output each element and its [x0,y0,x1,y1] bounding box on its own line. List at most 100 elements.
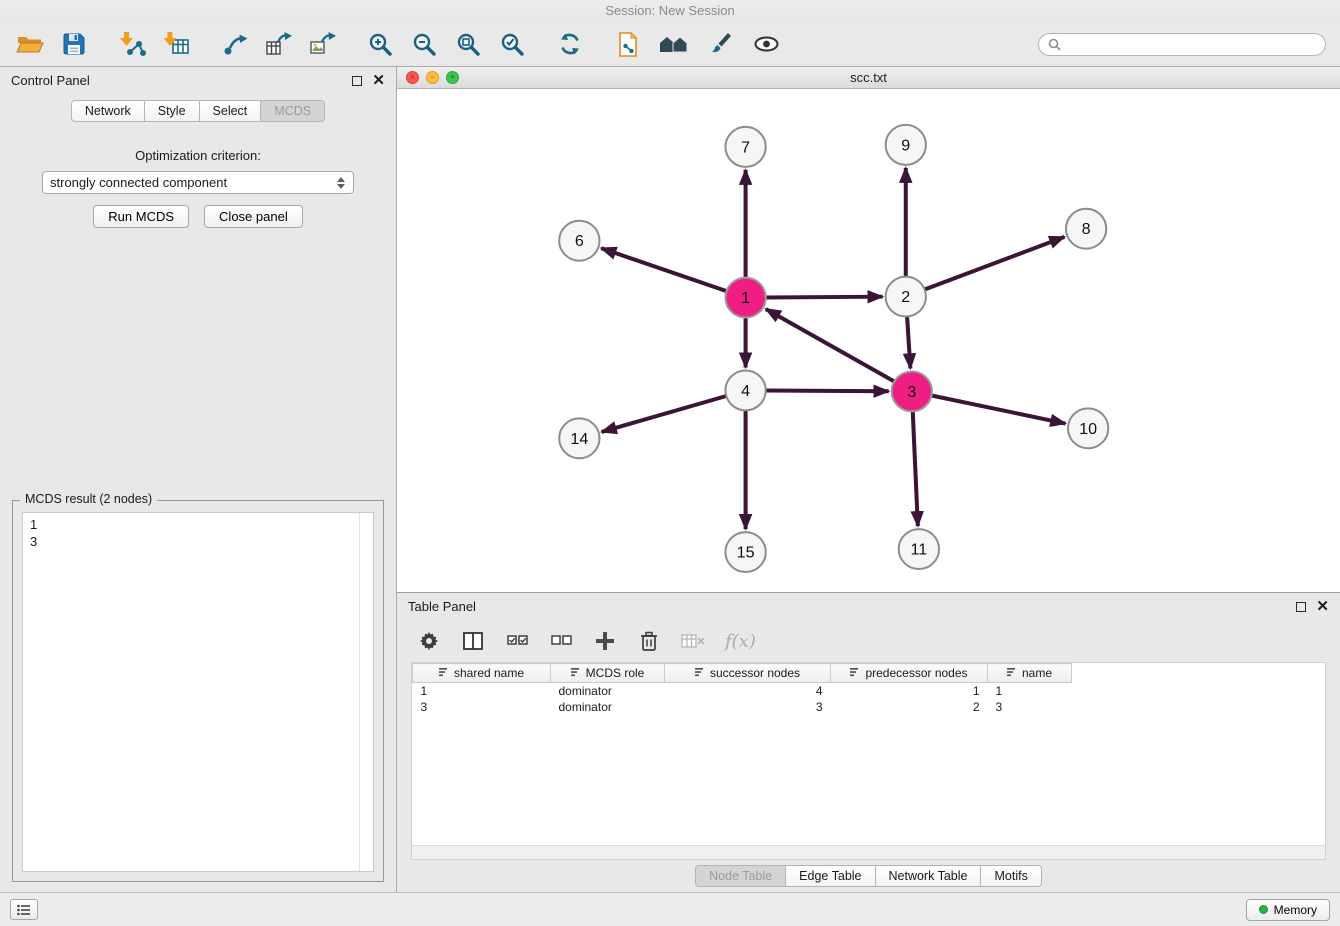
run-mcds-button[interactable]: Run MCDS [93,205,189,228]
column-header-predecessor-nodes[interactable]: predecessor nodes [831,664,988,683]
tab-node-table[interactable]: Node Table [695,865,786,887]
sort-icon [439,666,449,680]
apply-style-button[interactable] [704,28,736,60]
first-neighbors-button[interactable] [658,28,690,60]
zoom-fit-icon [455,31,481,57]
mcds-result-group: MCDS result (2 nodes) 13 [12,500,384,882]
tab-motifs[interactable]: Motifs [981,865,1041,887]
add-column-button[interactable] [593,628,617,654]
mcds-result-line: 3 [30,533,366,550]
network-graph[interactable]: 7968124314101511 [397,89,1340,592]
node-table-head-row: shared nameMCDS role successor nodes prede… [413,664,1072,683]
graph-edge-3-10[interactable] [932,395,1066,423]
graph-node-label: 14 [570,430,588,448]
tab-style[interactable]: Style [145,100,200,122]
open-session-button[interactable] [14,28,46,60]
column-header-successor-nodes[interactable]: successor nodes [665,664,831,683]
close-table-panel-icon[interactable]: ✕ [1316,602,1329,612]
tab-network[interactable]: Network [71,100,145,122]
table-settings-button[interactable] [417,628,441,654]
node-table-area: shared nameMCDS role successor nodes prede… [411,662,1326,845]
delete-column-button[interactable] [637,628,661,654]
import-network-button[interactable] [116,28,148,60]
app-window: Session: New Session [0,0,1340,926]
mcds-result-list[interactable]: 13 [22,512,374,872]
graph-node-label: 4 [741,382,750,400]
clone-network-button[interactable] [612,28,644,60]
deselect-all-columns-button[interactable] [549,628,573,654]
column-header-MCDS-role[interactable]: MCDS role [551,664,665,683]
close-panel-button[interactable]: Close panel [204,205,303,228]
tab-mcds[interactable]: MCDS [261,100,325,122]
minimize-window-button[interactable]: − [426,71,439,84]
table-row[interactable]: 1dominator411 [413,683,1072,700]
mcds-panel: Optimization criterion: strongly connect… [0,131,396,892]
graph-edge-3-11[interactable] [913,411,918,526]
import-table-button[interactable] [160,28,192,60]
graph-edge-2-8[interactable] [925,237,1065,290]
zoom-selected-button[interactable] [496,28,528,60]
table-row[interactable]: 3dominator323 [413,699,1072,715]
export-table-button[interactable] [262,28,294,60]
memory-button[interactable]: Memory [1246,899,1330,921]
table-cell[interactable]: 3 [665,699,831,715]
network-window-title: scc.txt [397,70,1340,85]
graph-edge-2-3[interactable] [907,317,910,369]
tab-select[interactable]: Select [200,100,262,122]
deselect-all-icon [551,635,572,647]
table-cell[interactable]: 4 [665,683,831,700]
refresh-button[interactable] [554,28,586,60]
column-header-label: successor nodes [710,666,800,680]
split-columns-icon [463,632,483,650]
search-input[interactable] [1066,37,1316,51]
node-table: shared nameMCDS role successor nodes prede… [412,663,1072,715]
float-table-panel-icon[interactable] [1296,602,1306,612]
delete-table-button[interactable] [681,628,705,654]
zoom-fit-button[interactable] [452,28,484,60]
table-cell[interactable]: dominator [551,683,665,700]
select-all-columns-button[interactable] [505,628,529,654]
export-image-button[interactable] [306,28,338,60]
table-cell[interactable]: 3 [413,699,551,715]
zoom-window-button[interactable]: + [446,71,459,84]
tab-network-table[interactable]: Network Table [876,865,982,887]
function-builder-button[interactable]: f(x) [725,628,756,654]
plus-icon [594,630,616,652]
table-cell[interactable]: 3 [988,699,1072,715]
graph-edge-1-2[interactable] [766,297,883,298]
view-tool-group [612,28,782,60]
table-cell[interactable]: 2 [831,699,988,715]
save-icon [61,31,87,57]
graph-edge-1-6[interactable] [601,248,726,291]
tab-edge-table[interactable]: Edge Table [786,865,875,887]
main-area: Control Panel ✕ NetworkStyleSelectMCDS O… [0,67,1340,892]
column-header-shared-name[interactable]: shared name [413,664,551,683]
select-arrows-icon [337,177,346,189]
graph-edge-3-1[interactable] [766,309,895,382]
close-panel-icon[interactable]: ✕ [372,76,385,86]
graph-node-label: 9 [901,136,910,154]
table-cell[interactable]: 1 [988,683,1072,700]
graph-edge-4-3[interactable] [766,391,889,392]
zoom-out-button[interactable] [408,28,440,60]
zoom-in-button[interactable] [364,28,396,60]
status-list-button[interactable] [10,899,38,920]
export-image-icon [309,31,336,58]
show-hide-button[interactable] [750,28,782,60]
close-window-button[interactable]: × [406,71,419,84]
table-cell[interactable]: dominator [551,699,665,715]
export-network-icon [221,31,248,58]
float-panel-icon[interactable] [352,76,362,86]
split-columns-button[interactable] [461,628,485,654]
network-canvas[interactable]: 7968124314101511 [397,89,1340,592]
export-network-button[interactable] [218,28,250,60]
save-session-button[interactable] [58,28,90,60]
table-cell[interactable]: 1 [413,683,551,700]
criterion-select[interactable]: strongly connected component [42,171,354,194]
sort-icon [1007,666,1017,680]
search-field[interactable] [1038,33,1326,56]
table-hscrollbar[interactable] [411,845,1326,860]
table-cell[interactable]: 1 [831,683,988,700]
column-header-name[interactable]: name [988,664,1072,683]
graph-edge-4-14[interactable] [602,396,727,432]
